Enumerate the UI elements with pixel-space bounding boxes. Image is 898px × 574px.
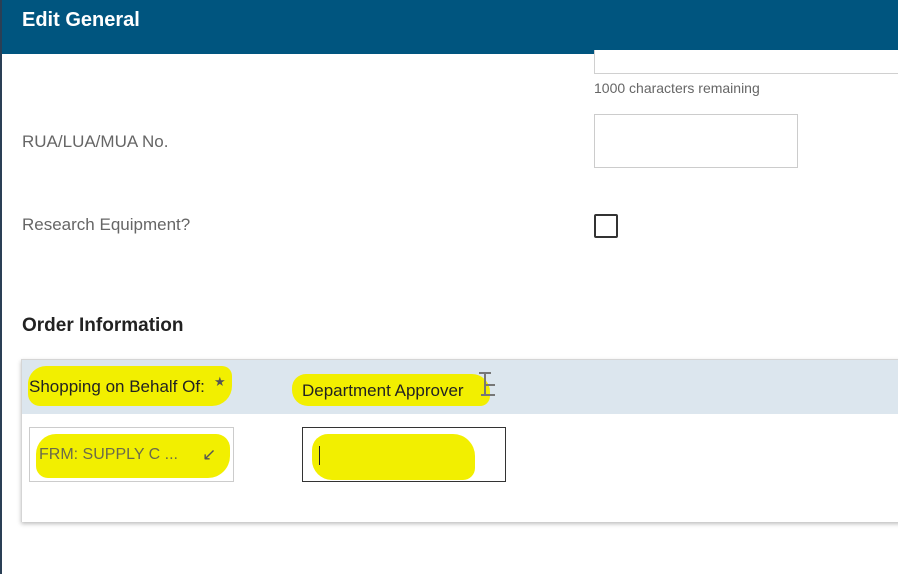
order-columns-header: Shopping on Behalf Of: ★ Department Appr…: [22, 360, 898, 414]
column-filter-icon[interactable]: [477, 370, 497, 398]
shopping-on-behalf-value: FRM: SUPPLY C ...: [39, 446, 178, 463]
star-icon: ★: [214, 374, 226, 389]
left-border: [0, 0, 2, 574]
description-textarea[interactable]: [594, 50, 898, 74]
department-approver-header: Department Approver: [302, 381, 464, 400]
text-caret: [319, 446, 320, 465]
dialog-header: Edit General: [2, 0, 898, 54]
order-information-card: Shopping on Behalf Of: ★ Department Appr…: [21, 359, 898, 522]
rua-label: RUA/LUA/MUA No.: [22, 132, 169, 151]
shopping-on-behalf-header: Shopping on Behalf Of:: [29, 377, 205, 396]
order-information-title: Order Information: [22, 315, 184, 336]
research-equipment-label: Research Equipment?: [22, 215, 191, 234]
rua-input[interactable]: [594, 114, 798, 168]
chars-remaining-text: 1000 characters remaining: [594, 80, 760, 96]
research-equipment-checkbox[interactable]: [594, 214, 618, 238]
highlight-approver-input: [312, 434, 475, 480]
dialog-title: Edit General: [22, 9, 140, 31]
arrow-down-left-icon[interactable]: ↙: [202, 445, 216, 465]
